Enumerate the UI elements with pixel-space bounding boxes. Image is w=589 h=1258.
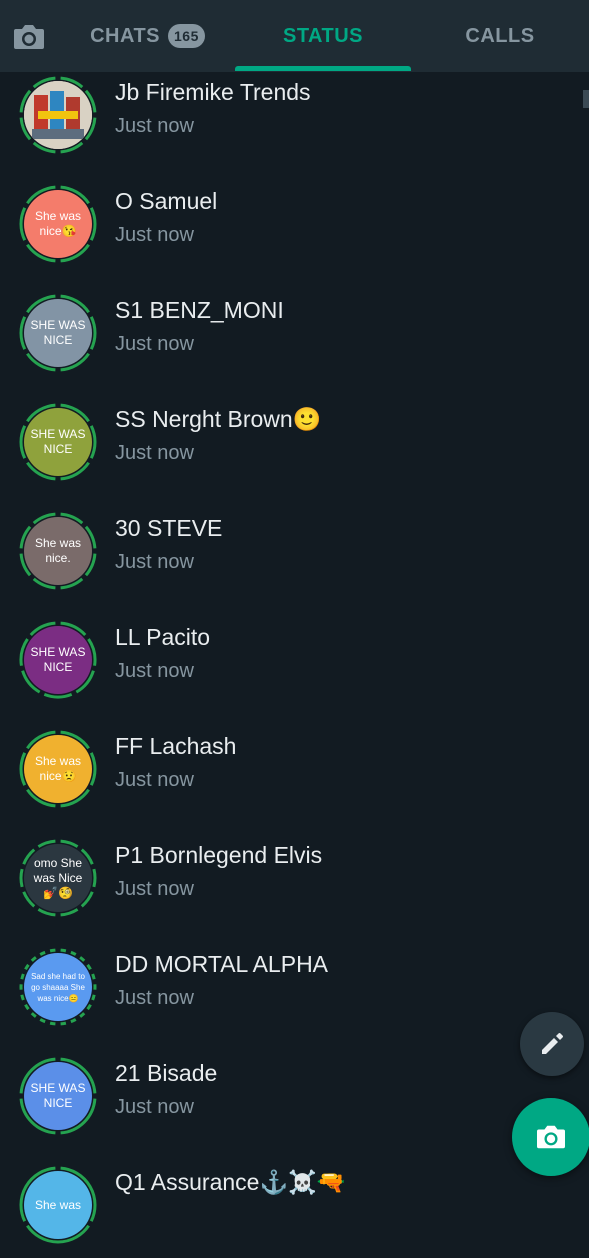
status-row[interactable]: SHE WAS NICE LL Pacito Just now <box>0 604 589 713</box>
contact-name: LL Pacito <box>115 624 211 650</box>
status-time: Just now <box>115 987 194 1009</box>
status-row[interactable]: SHE WAS NICE S1 BENZ_MONI Just now <box>0 277 589 386</box>
status-thumbnail: She was nice. <box>24 517 92 585</box>
status-thumbnail-text: omo She was Nice 💅🧐 <box>33 855 83 900</box>
contact-name: P1 Bornlegend Elvis <box>115 842 323 868</box>
status-ring: SHE WAS NICE <box>18 402 98 482</box>
status-thumbnail-text: She was nice😟 <box>34 754 82 783</box>
status-time: Just now <box>115 660 194 682</box>
status-time: Just now <box>115 769 194 791</box>
status-thumbnail-text: SHE WAS NICE <box>30 427 86 456</box>
status-ring: SHE WAS NICE <box>18 620 98 700</box>
status-row[interactable]: She was Q1 Assurance⚓☠️🔫 <box>0 1149 589 1258</box>
status-ring: omo She was Nice 💅🧐 <box>18 838 98 918</box>
status-row[interactable]: SHE WAS NICE SS Nerght Brown🙂 Just now <box>0 386 589 495</box>
status-thumbnail: SHE WAS NICE <box>24 299 92 367</box>
unread-count-badge: 165 <box>168 24 205 48</box>
status-thumbnail: omo She was Nice 💅🧐 <box>24 844 92 912</box>
status-thumbnail: She was nice😟 <box>24 735 92 803</box>
status-ring: She was nice😘 <box>18 184 98 264</box>
status-thumbnail-text: SHE WAS NICE <box>30 645 86 674</box>
status-thumbnail-text: She was nice. <box>34 536 82 565</box>
status-ring: Sad she had to go shaaaa She was nice😑 <box>18 947 98 1027</box>
status-time: Just now <box>115 115 194 137</box>
status-thumbnail: SHE WAS NICE <box>24 626 92 694</box>
status-thumbnail: She was <box>24 1171 92 1239</box>
tab-calls-label: CALLS <box>465 24 535 47</box>
status-thumbnail-text: She was nice😘 <box>34 209 82 238</box>
camera-status-button[interactable] <box>512 1098 589 1176</box>
status-ring: SHE WAS NICE <box>18 293 98 373</box>
status-ring <box>18 75 98 155</box>
status-ring: She was nice. <box>18 511 98 591</box>
status-thumbnail: SHE WAS NICE <box>24 408 92 476</box>
status-ring: She was nice😟 <box>18 729 98 809</box>
tab-status-label: STATUS <box>282 24 364 47</box>
contact-name: O Samuel <box>115 188 218 214</box>
tab-chats-label: CHATS <box>90 24 161 47</box>
contact-name: DD MORTAL ALPHA <box>115 951 329 977</box>
status-time: Just now <box>115 1096 194 1118</box>
status-thumbnail: Sad she had to go shaaaa She was nice😑 <box>24 953 92 1021</box>
status-thumbnail: SHE WAS NICE <box>24 1062 92 1130</box>
status-thumbnail-text: Sad she had to go shaaaa She was nice😑 <box>31 971 85 1003</box>
status-thumbnail-text: SHE WAS NICE <box>30 318 86 347</box>
status-row[interactable]: Jb Firemike Trends Just now <box>0 59 589 168</box>
status-ring: SHE WAS NICE <box>18 1056 98 1136</box>
contact-name: SS Nerght Brown🙂 <box>115 406 322 432</box>
contact-name: FF Lachash <box>115 733 237 759</box>
status-time: Just now <box>115 442 194 464</box>
camera-icon <box>537 1125 565 1149</box>
contact-name: S1 BENZ_MONI <box>115 297 284 323</box>
status-thumbnail: She was nice😘 <box>24 190 92 258</box>
status-time: Just now <box>115 551 194 573</box>
status-row[interactable]: SHE WAS NICE 21 Bisade Just now <box>0 1040 589 1149</box>
status-ring: She was <box>18 1165 98 1245</box>
status-row[interactable]: She was nice😟 FF Lachash Just now <box>0 713 589 822</box>
status-row[interactable]: She was nice. 30 STEVE Just now <box>0 495 589 604</box>
text-status-button[interactable] <box>520 1012 584 1076</box>
contact-name: 30 STEVE <box>115 515 223 541</box>
status-time: Just now <box>115 224 194 246</box>
status-row[interactable]: omo She was Nice 💅🧐 P1 Bornlegend Elvis Ju… <box>0 822 589 931</box>
contact-name: Jb Firemike Trends <box>115 79 311 105</box>
status-thumbnail-text: SHE WAS NICE <box>30 1081 86 1110</box>
status-thumbnail <box>24 81 92 149</box>
pencil-icon <box>542 1033 563 1054</box>
status-time: Just now <box>115 333 194 355</box>
contact-name: Q1 Assurance⚓☠️🔫 <box>115 1169 346 1195</box>
status-row[interactable]: Sad she had to go shaaaa She was nice😑 DD… <box>0 931 589 1040</box>
contact-name: 21 Bisade <box>115 1060 218 1086</box>
camera-tab-icon[interactable] <box>12 22 46 52</box>
status-time: Just now <box>115 878 194 900</box>
status-row[interactable]: She was nice😘 O Samuel Just now <box>0 168 589 277</box>
